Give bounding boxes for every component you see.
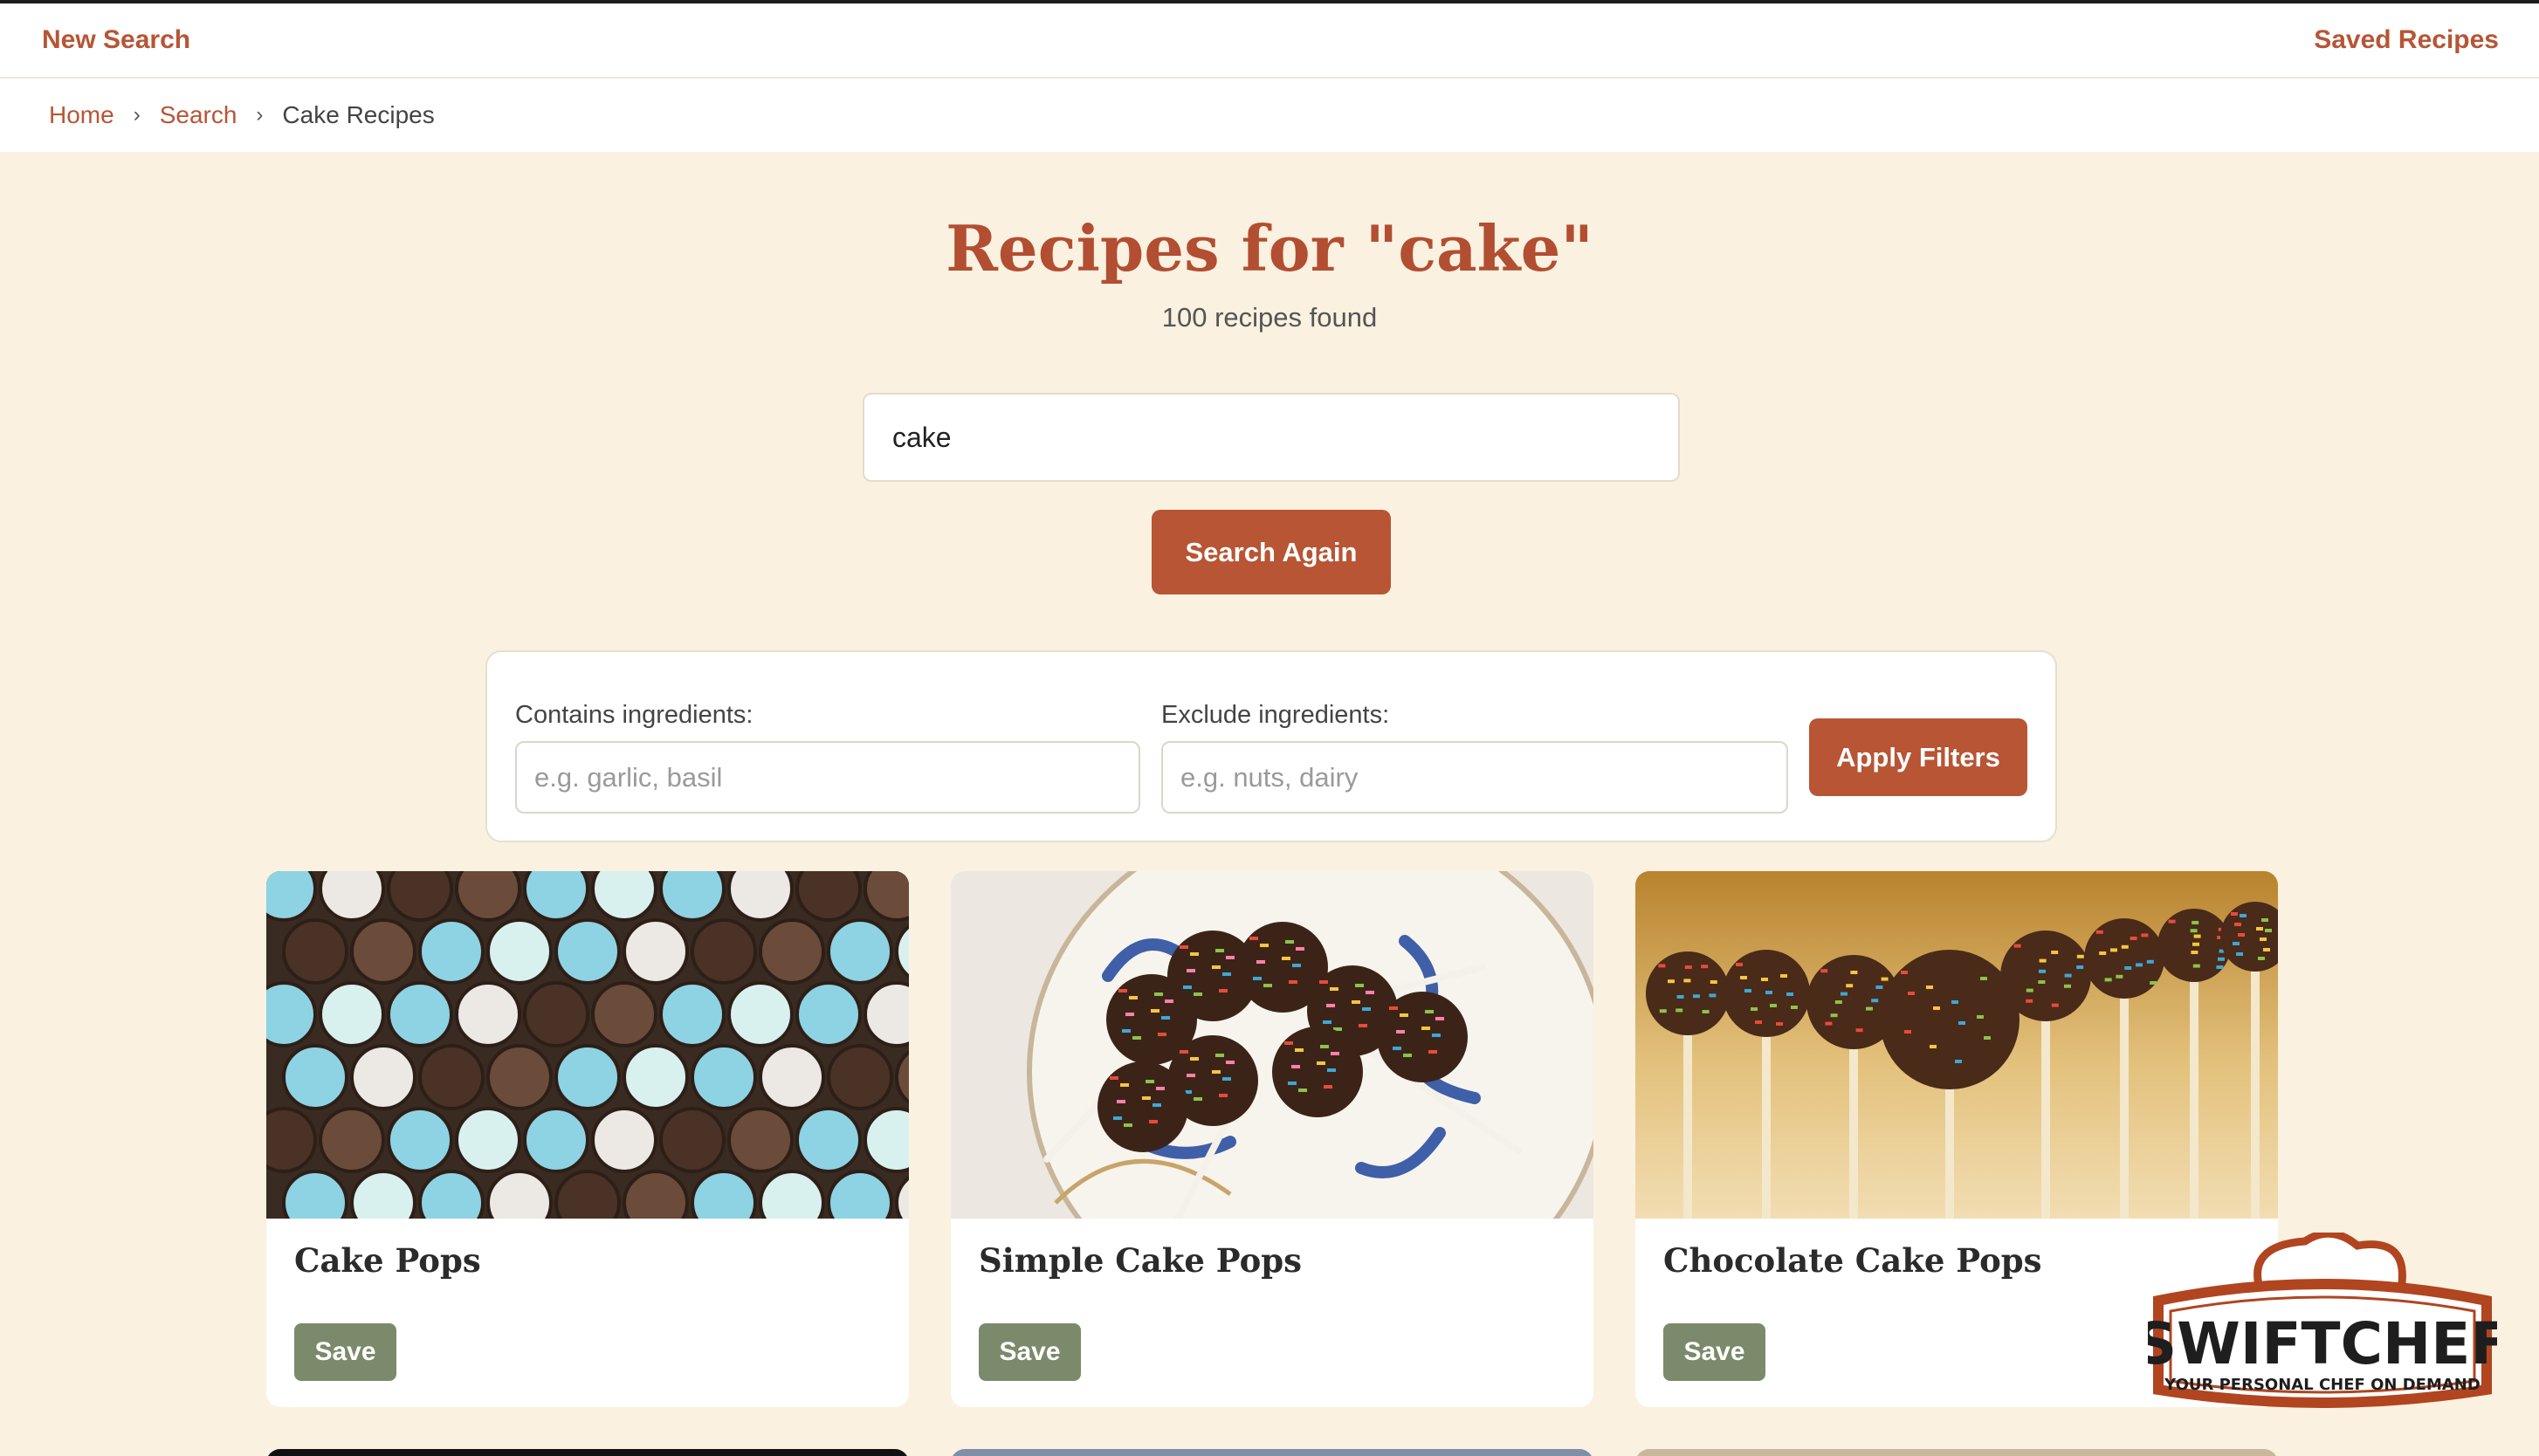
breadcrumb-search[interactable]: Search bbox=[160, 101, 237, 129]
recipe-card[interactable]: Simple Cake Pops Save bbox=[951, 871, 1593, 1407]
recipe-card-partial[interactable] bbox=[951, 1449, 1593, 1456]
new-search-link[interactable]: New Search bbox=[42, 25, 190, 55]
recipe-image[interactable] bbox=[951, 871, 1593, 1219]
exclude-ingredients-input[interactable] bbox=[1161, 741, 1788, 814]
recipe-card-partial[interactable] bbox=[266, 1449, 909, 1456]
recipe-title[interactable]: Cake Pops bbox=[294, 1241, 481, 1280]
swiftchef-logo: SWIFTCHEF YOUR PERSONAL CHEF ON DEMAND bbox=[2136, 1229, 2509, 1425]
breadcrumb-home[interactable]: Home bbox=[49, 101, 114, 129]
save-button[interactable]: Save bbox=[1663, 1323, 1765, 1381]
contains-ingredients-input[interactable] bbox=[515, 741, 1140, 814]
recipe-image[interactable] bbox=[266, 871, 909, 1219]
breadcrumb-current: Cake Recipes bbox=[282, 101, 435, 128]
breadcrumb-separator: › bbox=[133, 103, 141, 127]
save-button[interactable]: Save bbox=[294, 1323, 396, 1381]
recipe-title[interactable]: Simple Cake Pops bbox=[979, 1241, 1302, 1280]
recipe-title[interactable]: Chocolate Cake Pops bbox=[1663, 1241, 2041, 1280]
contains-label: Contains ingredients: bbox=[515, 701, 753, 729]
breadcrumb-separator: › bbox=[256, 103, 264, 127]
exclude-label: Exclude ingredients: bbox=[1161, 701, 1390, 729]
search-again-button[interactable]: Search Again bbox=[1152, 510, 1391, 594]
saved-recipes-link[interactable]: Saved Recipes bbox=[2314, 25, 2499, 55]
filter-panel: Contains ingredients: Exclude ingredient… bbox=[485, 650, 2057, 842]
recipe-image[interactable] bbox=[1635, 871, 2278, 1219]
page-title: Recipes for "cake" bbox=[946, 211, 1593, 285]
save-button[interactable]: Save bbox=[979, 1323, 1081, 1381]
search-input[interactable] bbox=[863, 393, 1680, 482]
svg-text:YOUR PERSONAL CHEF ON DEMAND: YOUR PERSONAL CHEF ON DEMAND bbox=[2164, 1376, 2481, 1394]
top-navigation: New Search Saved Recipes bbox=[0, 3, 2539, 79]
results-count: 100 recipes found bbox=[1161, 302, 1378, 333]
svg-text:SWIFTCHEF: SWIFTCHEF bbox=[2148, 1310, 2497, 1377]
breadcrumb: Home › Search › Cake Recipes bbox=[0, 79, 2539, 152]
recipe-card-partial[interactable] bbox=[1635, 1449, 2278, 1456]
recipe-card[interactable]: Cake Pops Save bbox=[266, 871, 909, 1407]
apply-filters-button[interactable]: Apply Filters bbox=[1809, 718, 2027, 796]
